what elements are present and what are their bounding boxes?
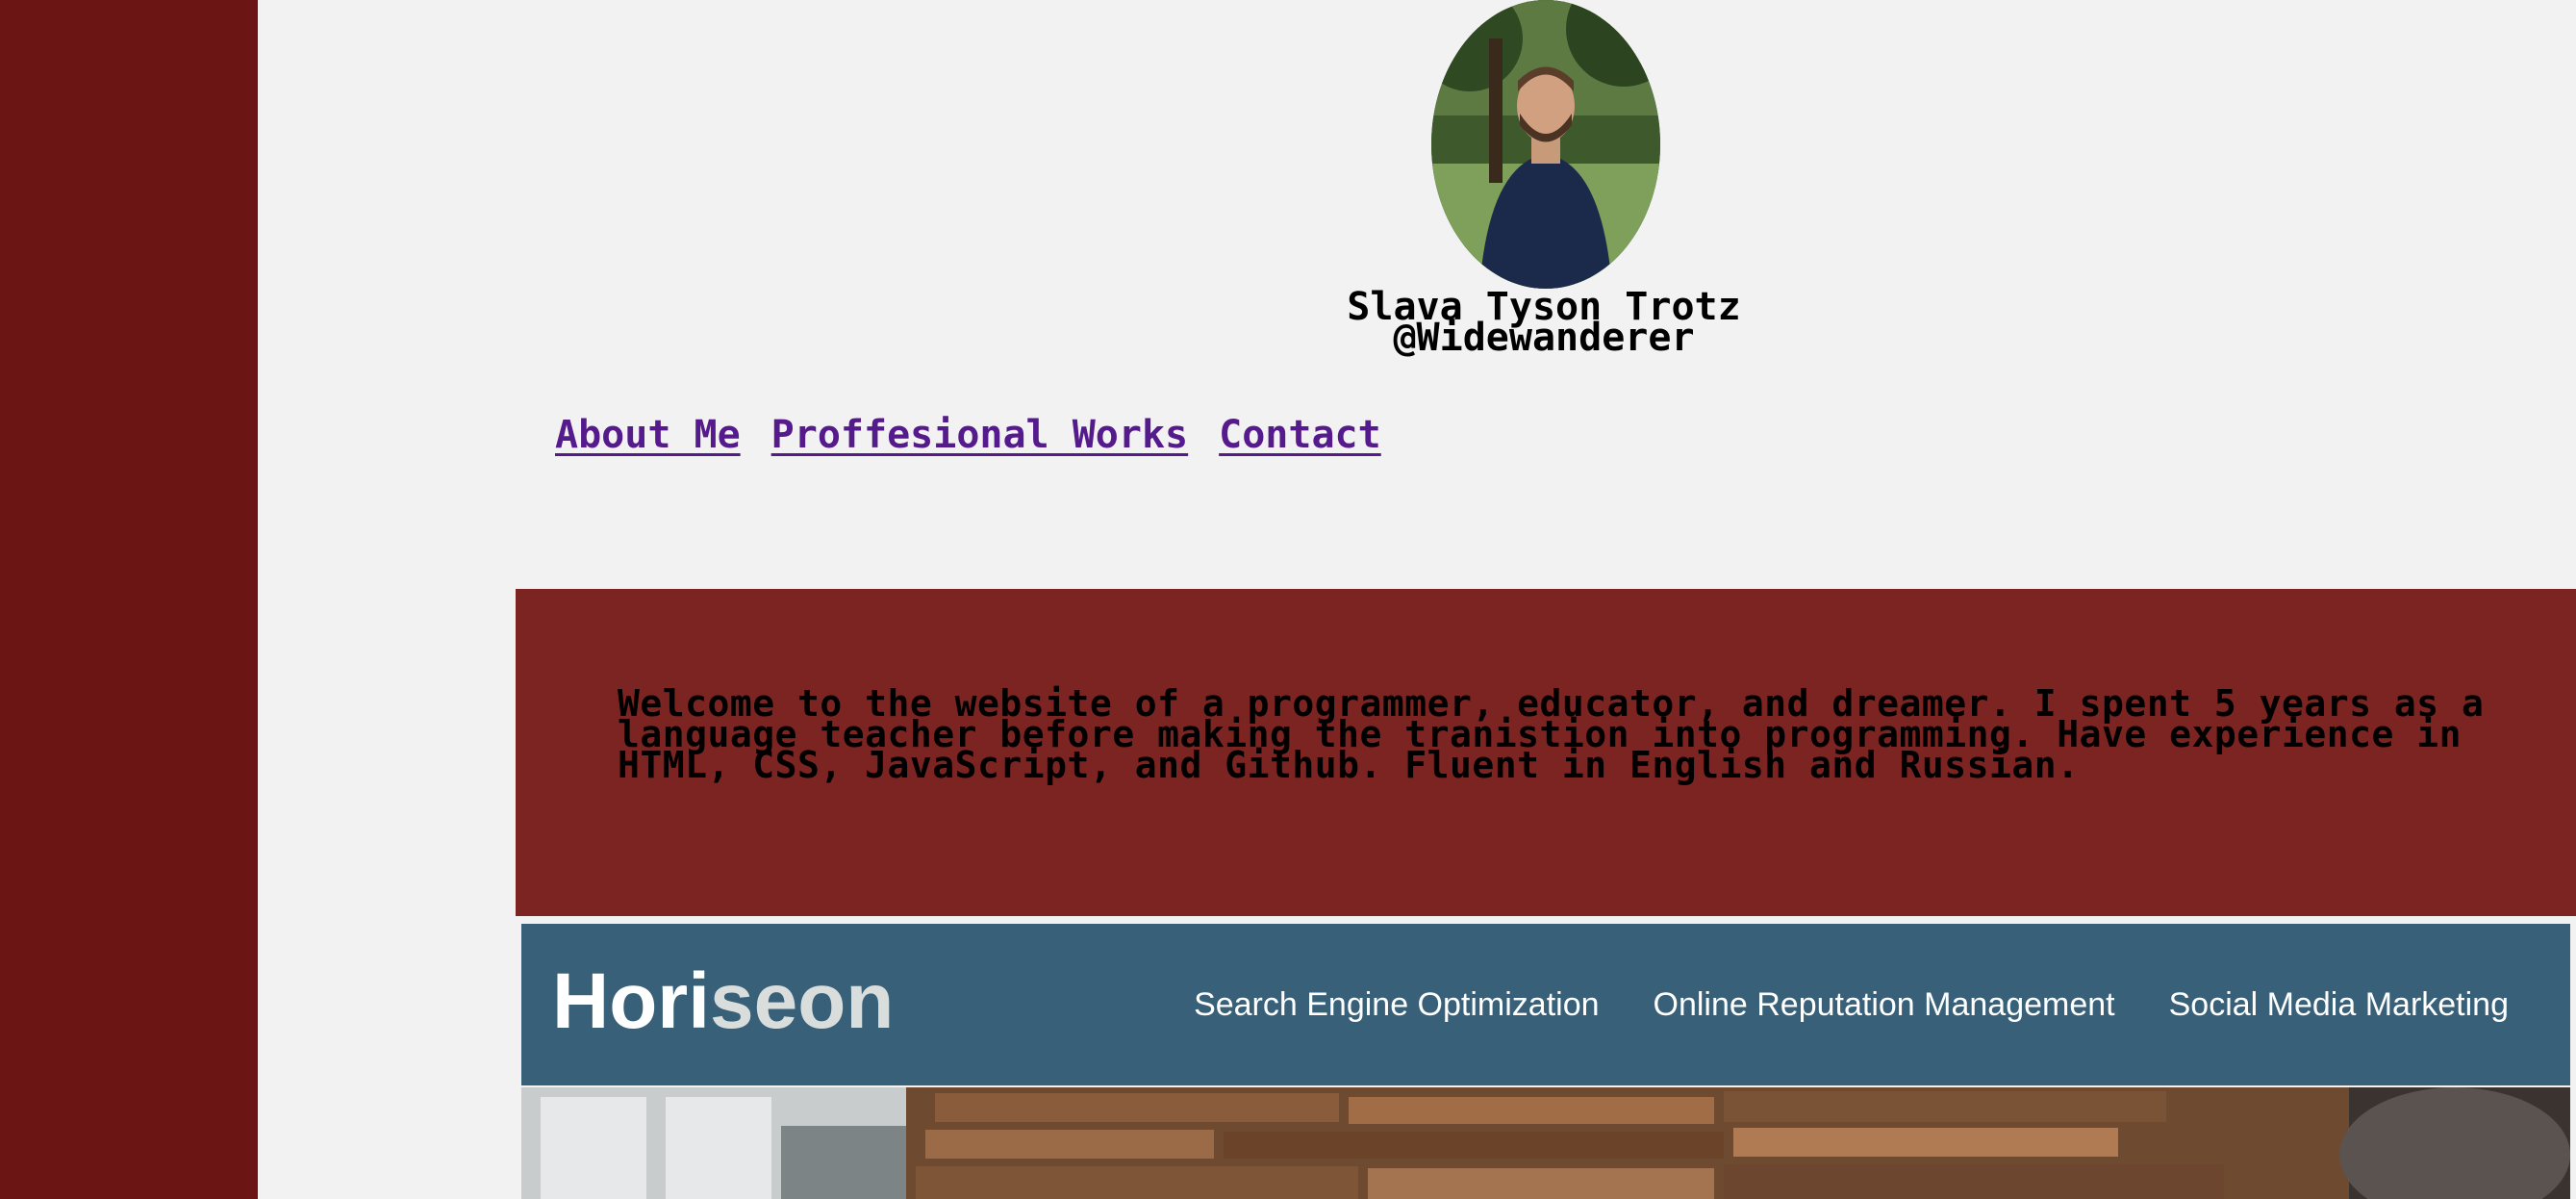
horiseon-header: Horiseon Search Engine Optimization Onli… <box>521 924 2570 1085</box>
nav-link-about-me[interactable]: About Me <box>555 412 741 458</box>
horiseon-logo[interactable]: Horiseon <box>552 958 894 1045</box>
logo-main: Hori <box>552 957 710 1045</box>
welcome-section: Welcome to the website of a programmer, … <box>516 589 2576 916</box>
nav-link-seo[interactable]: Search Engine Optimization <box>1194 982 1599 1028</box>
nav-link-reputation[interactable]: Online Reputation Management <box>1654 982 2115 1028</box>
main-nav: About Me Proffesional Works Contact <box>555 412 1381 458</box>
nav-link-contact[interactable]: Contact <box>1219 412 1381 458</box>
horiseon-nav: Search Engine Optimization Online Reputa… <box>1194 982 2509 1028</box>
welcome-text: Welcome to the website of a programmer, … <box>618 682 2485 786</box>
nav-link-professional-works[interactable]: Proffesional Works <box>771 412 1188 458</box>
profile-handle: @Widewanderer <box>1393 316 1695 360</box>
profile-avatar <box>1431 0 1660 289</box>
hero-photo <box>521 1087 2570 1199</box>
logo-accent: seon <box>710 957 895 1045</box>
horiseon-hero-image <box>521 1087 2570 1199</box>
left-sidebar <box>0 0 258 1199</box>
profile-header: Slava Tyson Trotz @Widewanderer <box>1183 288 1905 360</box>
profile-photo <box>1431 0 1660 289</box>
nav-link-social-media[interactable]: Social Media Marketing <box>2169 982 2509 1028</box>
